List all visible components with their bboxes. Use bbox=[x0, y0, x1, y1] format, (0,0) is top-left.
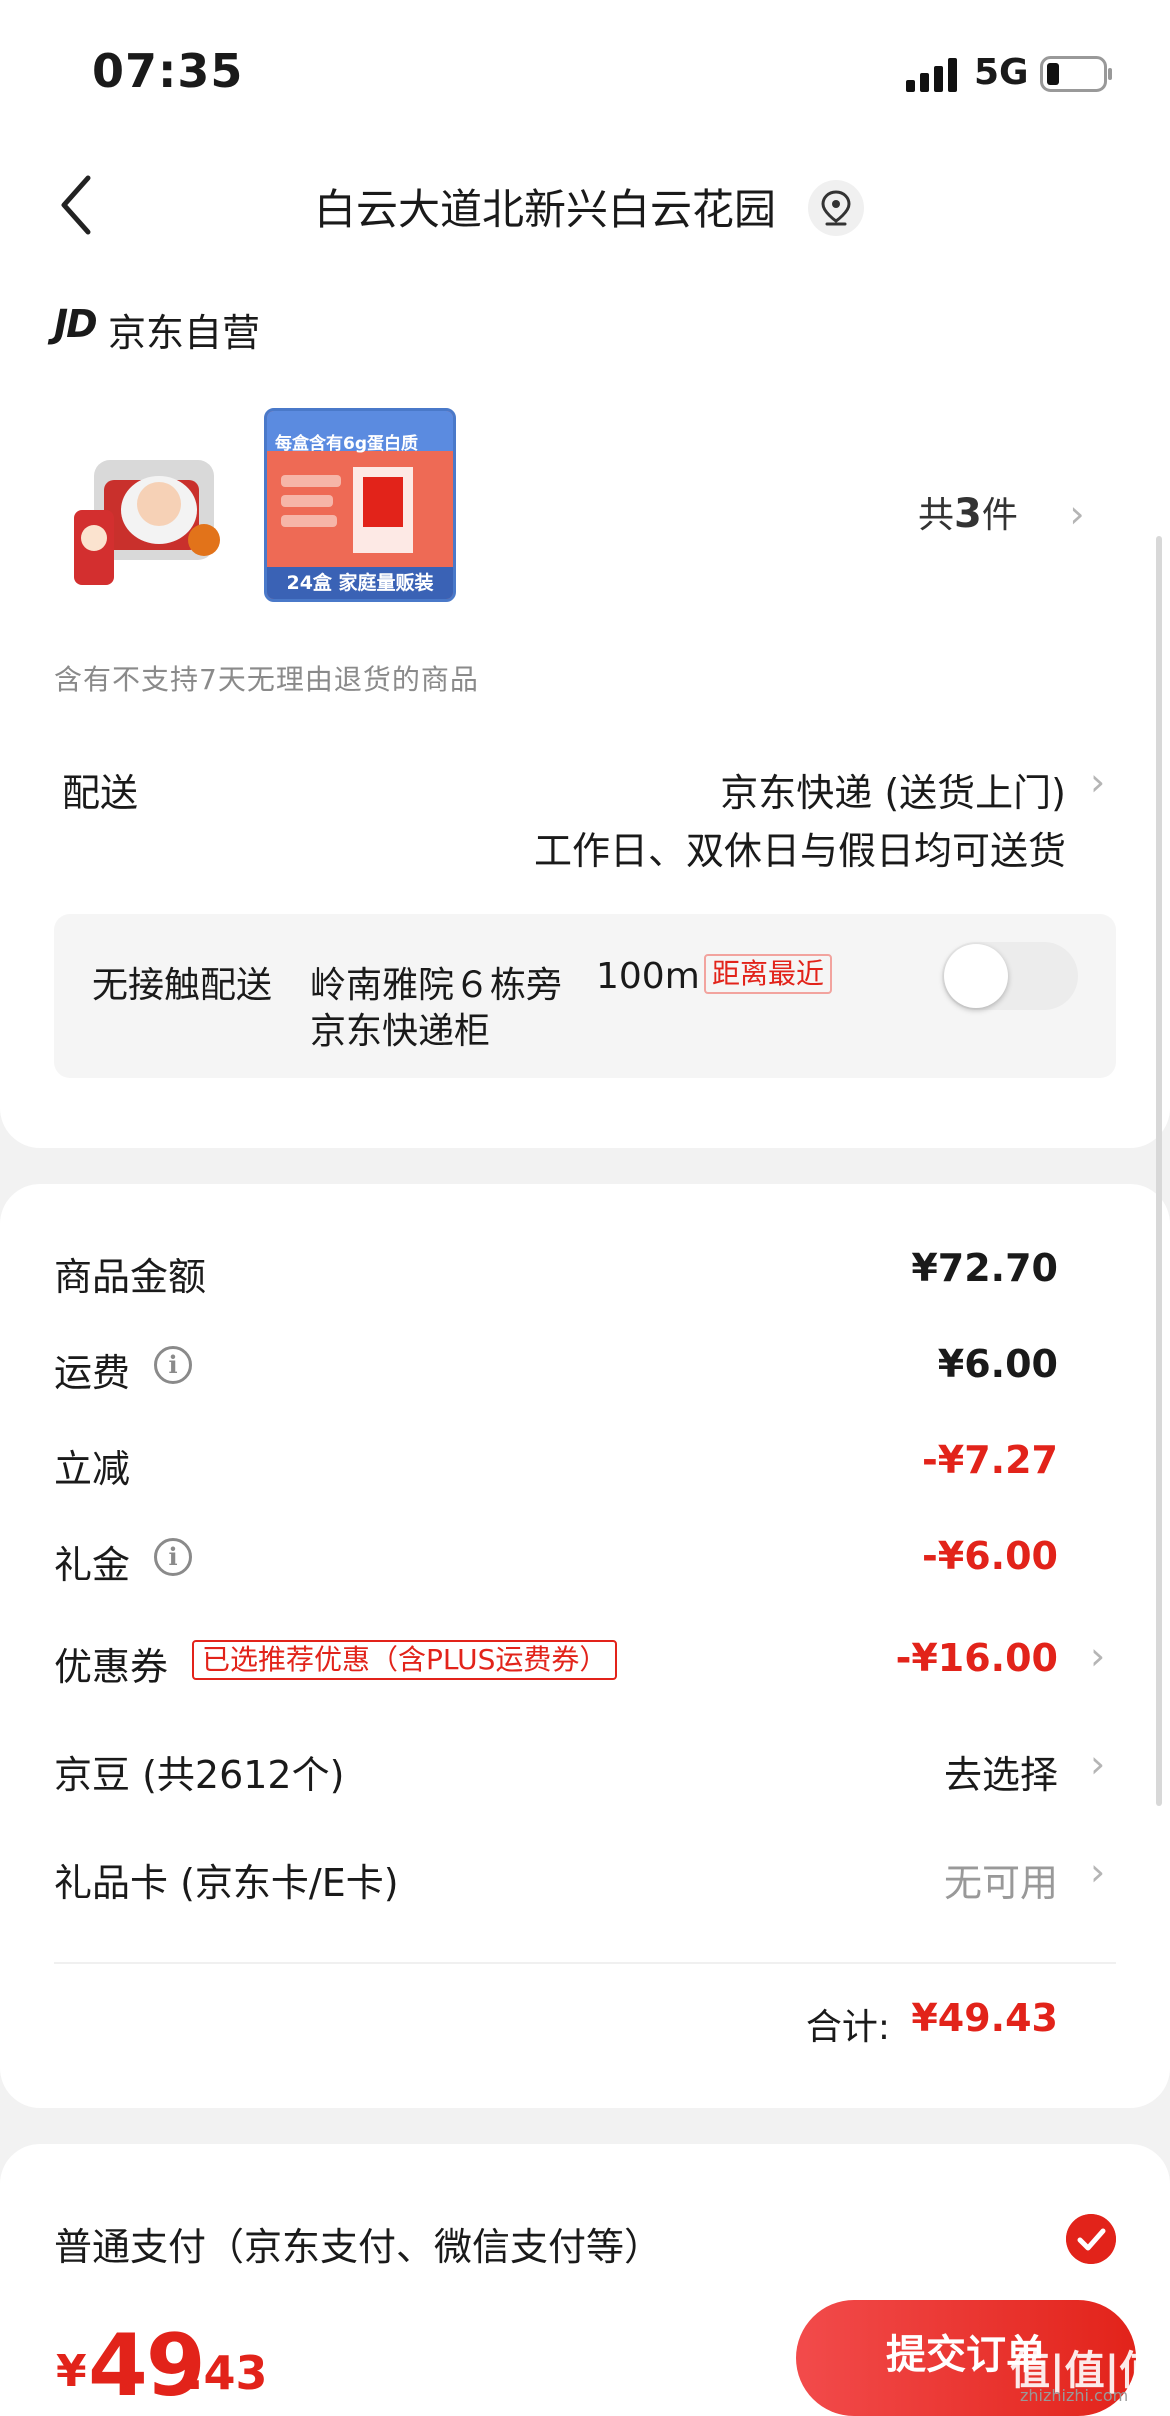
locker-distance: 100m bbox=[596, 956, 700, 997]
item-count[interactable]: 共3件 › bbox=[918, 486, 1085, 538]
coupon-value[interactable]: -¥16.00 bbox=[896, 1636, 1058, 1680]
product-image-2[interactable]: 每盒含有6g蛋白质 24盒 家庭量贩装 bbox=[264, 408, 456, 602]
locker-name: 京东快递柜 bbox=[310, 1011, 491, 1052]
watermark-url: zhizhizhi.com bbox=[1020, 2386, 1129, 2405]
check-icon[interactable] bbox=[1066, 2214, 1116, 2264]
shipping-time: 工作日、双休日与假日均可送货 bbox=[533, 829, 1066, 873]
gift-card-value[interactable]: 无可用 bbox=[944, 1852, 1058, 1907]
page-title[interactable]: 白云大道北新兴白云花园 bbox=[0, 176, 1170, 237]
chevron-right-icon[interactable]: › bbox=[1090, 1742, 1105, 1786]
jd-beans-value[interactable]: 去选择 bbox=[944, 1744, 1058, 1799]
jd-beans-label[interactable]: 京豆 (共2612个) bbox=[54, 1744, 344, 1799]
gift-card-label[interactable]: 礼品卡 (京东卡/E卡) bbox=[54, 1852, 399, 1907]
info-icon[interactable]: i bbox=[154, 1538, 192, 1576]
freight-label: 运费 bbox=[54, 1351, 131, 1395]
chevron-right-icon[interactable]: › bbox=[1090, 1850, 1105, 1894]
product-image-2-caption: 每盒含有6g蛋白质 bbox=[275, 434, 418, 454]
chevron-right-icon: › bbox=[1069, 492, 1085, 536]
coupon-label[interactable]: 优惠券 bbox=[54, 1636, 168, 1691]
gift-money-label: 礼金 bbox=[54, 1543, 131, 1587]
item-count-suffix: 件 bbox=[981, 495, 1018, 536]
freight-value: ¥6.00 bbox=[937, 1342, 1058, 1386]
goods-amount-value: ¥72.70 bbox=[911, 1246, 1058, 1290]
nearest-badge: 距离最近 bbox=[704, 954, 833, 994]
shipping-method[interactable]: 京东快递 (送货上门) bbox=[720, 762, 1066, 817]
price-symbol: ¥ bbox=[56, 2346, 87, 2397]
status-time: 07:35 bbox=[92, 44, 244, 98]
item-count-prefix: 共 bbox=[918, 495, 955, 536]
location-icon[interactable] bbox=[808, 180, 864, 236]
scrollbar[interactable] bbox=[1156, 536, 1162, 1806]
chevron-right-icon[interactable]: › bbox=[1090, 1634, 1105, 1678]
contactless-label: 无接触配送 bbox=[92, 965, 273, 1006]
battery-icon bbox=[1040, 56, 1112, 92]
product-image-1[interactable] bbox=[64, 430, 234, 600]
info-icon[interactable]: i bbox=[154, 1346, 192, 1384]
store-name: 京东自营 bbox=[108, 311, 261, 355]
network-label: 5G bbox=[974, 52, 1029, 93]
coupon-tag: 已选推荐优惠（含PLUS运费券） bbox=[192, 1640, 618, 1680]
locker-location: 岭南雅院６栋旁 bbox=[310, 965, 563, 1006]
discount-value: -¥7.27 bbox=[922, 1438, 1058, 1482]
product-image-2-banner: 24盒 家庭量贩装 bbox=[267, 567, 453, 599]
item-count-number: 3 bbox=[954, 491, 982, 537]
total-label: 合计: bbox=[805, 2007, 890, 2048]
payment-method-label[interactable]: 普通支付（京东支付、微信支付等） bbox=[54, 2216, 662, 2271]
shipping-label: 配送 bbox=[62, 771, 139, 815]
gift-money-value: -¥6.00 bbox=[922, 1534, 1058, 1578]
signal-icon bbox=[906, 58, 957, 92]
price-decimal: .43 bbox=[186, 2346, 268, 2400]
return-policy-notice: 含有不支持7天无理由退货的商品 bbox=[54, 663, 479, 696]
goods-amount-label: 商品金额 bbox=[54, 1255, 207, 1299]
discount-label: 立减 bbox=[54, 1447, 131, 1491]
total-value: ¥49.43 bbox=[911, 1996, 1058, 2040]
jd-logo: JD bbox=[54, 302, 98, 346]
toggle-knob[interactable] bbox=[944, 944, 1008, 1008]
divider bbox=[54, 1962, 1116, 1964]
chevron-right-icon[interactable]: › bbox=[1090, 760, 1105, 804]
